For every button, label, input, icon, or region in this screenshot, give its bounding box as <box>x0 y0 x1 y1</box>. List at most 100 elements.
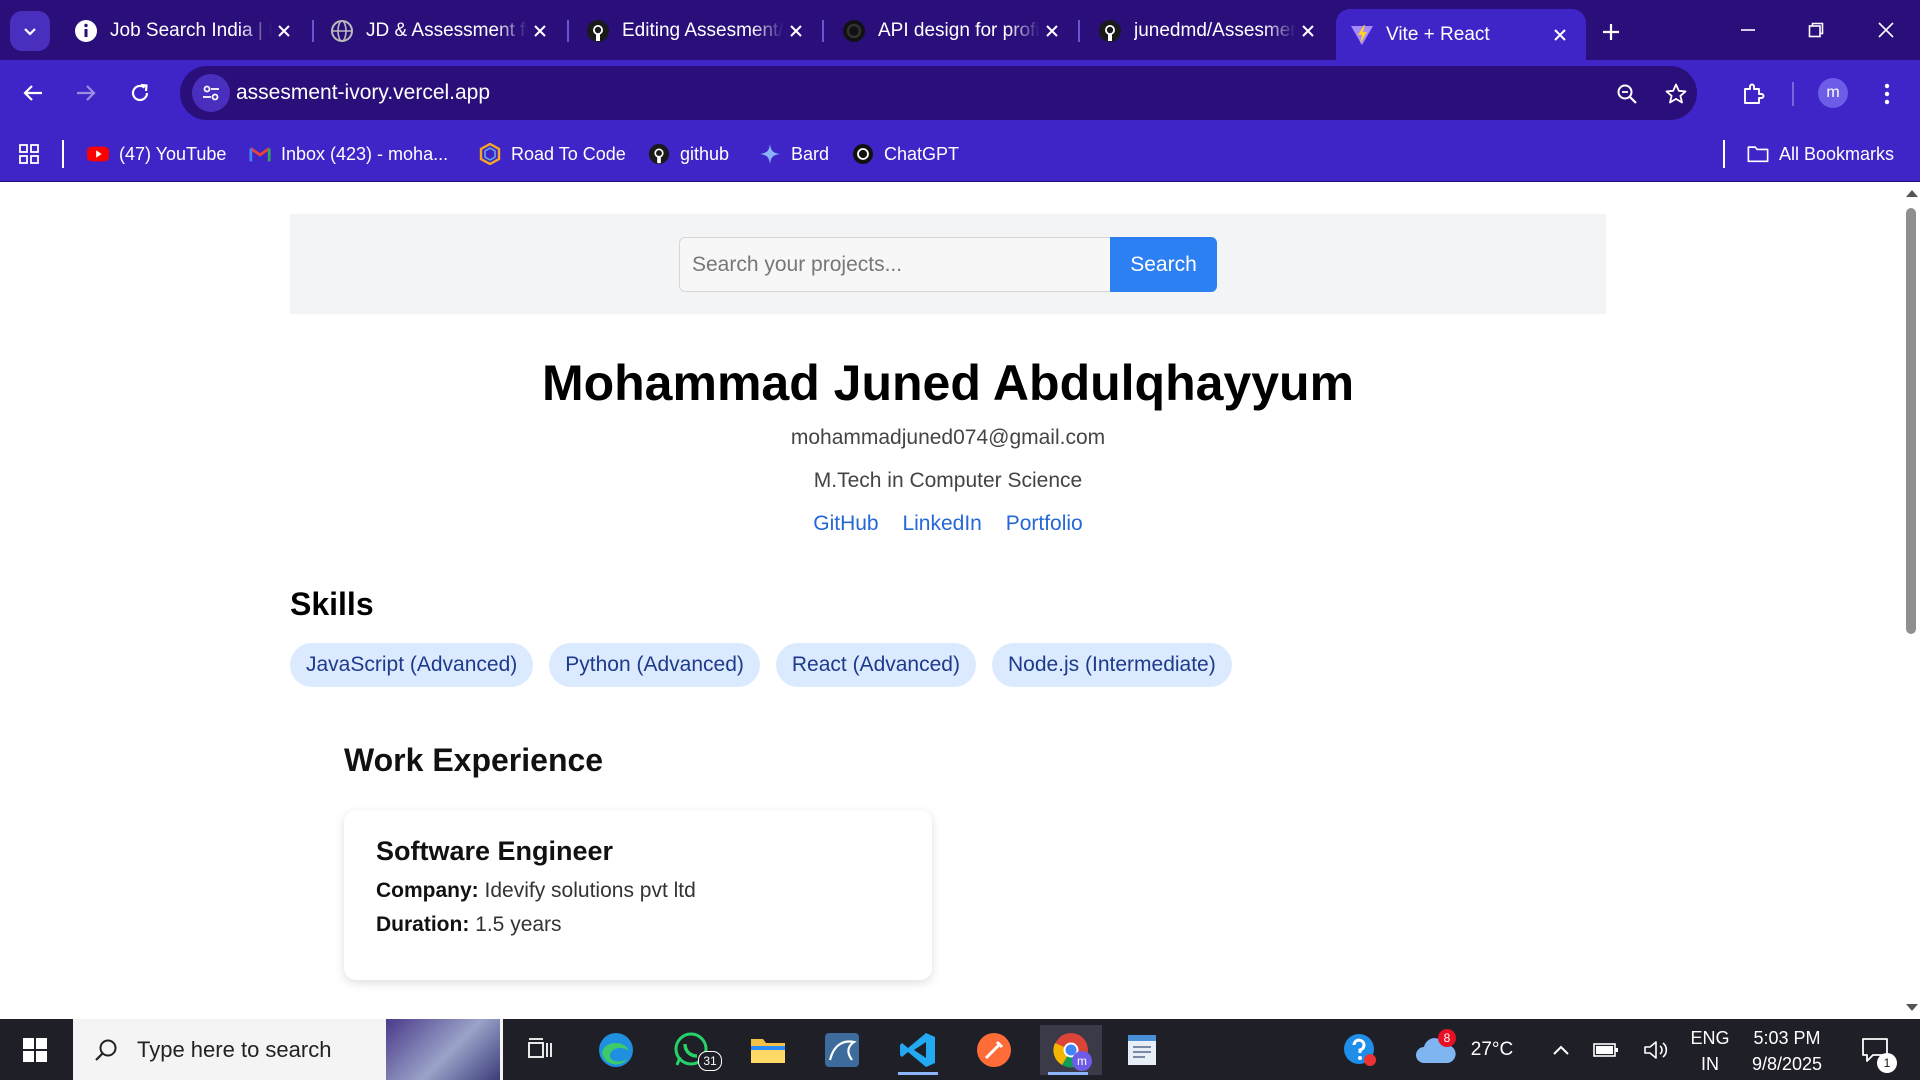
github-icon <box>648 143 670 165</box>
github-icon <box>1098 19 1122 43</box>
close-icon[interactable] <box>528 19 552 43</box>
close-window-button[interactable] <box>1862 10 1910 50</box>
tab-vite-react[interactable]: Vite + React <box>1336 9 1586 60</box>
bookmark-road-to-code[interactable]: Road To Code <box>479 140 626 168</box>
close-icon[interactable] <box>1548 23 1572 47</box>
bard-icon <box>759 143 781 165</box>
battery-icon <box>1593 1042 1618 1057</box>
start-button[interactable] <box>0 1019 70 1080</box>
clock-time: 5:03 PM <box>1753 1028 1821 1048</box>
extensions-icon[interactable] <box>1738 79 1768 109</box>
taskbar: Type here to search 31 m 8 27°C ENG IN 5… <box>0 1019 1920 1080</box>
bookmark-label: Inbox (423) - moha... <box>281 143 449 164</box>
close-icon[interactable] <box>1040 19 1064 43</box>
taskbar-chrome[interactable]: m <box>1040 1025 1102 1075</box>
battery-tray-icon[interactable] <box>1588 1019 1624 1080</box>
scroll-thumb[interactable] <box>1906 208 1916 634</box>
tab-separator <box>822 20 824 42</box>
all-bookmarks-button[interactable]: All Bookmarks <box>1747 140 1894 168</box>
bookmark-star-icon[interactable] <box>1661 79 1691 109</box>
reload-icon <box>131 83 149 102</box>
minimize-icon <box>1741 29 1755 31</box>
taskbar-clock[interactable]: 5:03 PM 9/8/2025 <box>1742 1025 1832 1077</box>
search-input[interactable] <box>679 237 1111 292</box>
tab-editing-readme[interactable]: Editing Assesment/README <box>572 9 822 53</box>
tab-title: API design for profile <box>878 20 1040 41</box>
zoom-icon[interactable] <box>1612 79 1642 109</box>
temperature-text[interactable]: 27°C <box>1462 1019 1522 1080</box>
profile-links: GitHub LinkedIn Portfolio <box>0 512 1896 536</box>
weather-badge: 8 <box>1438 1029 1456 1047</box>
scroll-down-arrow-icon[interactable] <box>1906 1004 1918 1011</box>
minimize-button[interactable] <box>1724 10 1772 50</box>
bookmarks-divider <box>1723 140 1725 168</box>
bookmark-label: github <box>680 143 730 164</box>
page-scrollbar[interactable] <box>1902 182 1920 1019</box>
taskbar-edge[interactable] <box>588 1025 644 1075</box>
bookmark-chatgpt[interactable]: ChatGPT <box>852 140 959 168</box>
site-settings-icon[interactable] <box>192 74 230 112</box>
url-text[interactable]: assesment-ivory.vercel.app <box>236 81 490 105</box>
more-menu-icon[interactable] <box>1872 79 1902 109</box>
bookmark-youtube[interactable]: (47) YouTube <box>87 140 226 168</box>
task-view-button[interactable] <box>512 1025 568 1075</box>
bookmark-label: ChatGPT <box>884 143 960 164</box>
show-hidden-icons-button[interactable] <box>1543 1019 1579 1080</box>
company-value: Idevify solutions pvt ltd <box>484 879 696 902</box>
taskbar-file-explorer[interactable] <box>740 1025 796 1075</box>
search-highlight-image[interactable] <box>386 1019 500 1080</box>
skills-heading: Skills <box>290 586 374 622</box>
scroll-up-arrow-icon[interactable] <box>1906 190 1918 197</box>
taskbar-whatsapp[interactable]: 31 <box>664 1025 722 1075</box>
close-icon[interactable] <box>1296 19 1320 43</box>
close-icon <box>1878 22 1894 38</box>
taskbar-postman[interactable] <box>966 1025 1022 1075</box>
weather-widget[interactable]: 8 <box>1412 1019 1460 1080</box>
tab-api-design[interactable]: API design for profile <box>828 9 1078 53</box>
reload-button[interactable] <box>120 73 160 113</box>
taskbar-wordpad[interactable] <box>1114 1025 1170 1075</box>
search-button[interactable]: Search <box>1110 237 1217 292</box>
new-tab-button[interactable] <box>1592 13 1630 51</box>
input-language-indicator[interactable]: ENG IN <box>1688 1025 1732 1077</box>
taskbar-vscode[interactable] <box>890 1025 946 1075</box>
chatgpt-icon <box>852 143 874 165</box>
taskbar-search-box[interactable]: Type here to search <box>73 1019 503 1080</box>
notification-center-button[interactable]: 1 <box>1853 1019 1897 1080</box>
search-icon <box>91 1035 121 1065</box>
forward-button[interactable] <box>66 73 106 113</box>
notification-count-badge: 1 <box>1877 1053 1897 1073</box>
bookmark-bard[interactable]: Bard <box>759 140 829 168</box>
tab-job-search[interactable]: Job Search India | Indeed <box>60 9 310 53</box>
help-tray-icon[interactable] <box>1338 1019 1382 1080</box>
tab-github-repo[interactable]: junedmd/Assesment <box>1084 9 1334 53</box>
task-view-icon <box>528 1038 552 1058</box>
linkedin-link[interactable]: LinkedIn <box>902 512 981 535</box>
clock-date: 9/8/2025 <box>1751 1054 1823 1074</box>
search-panel: Search <box>290 214 1606 314</box>
wordpad-icon <box>1128 1035 1156 1065</box>
forward-arrow-icon <box>77 85 96 101</box>
gmail-icon <box>249 143 271 165</box>
tab-search-button[interactable] <box>10 11 50 51</box>
tab-jd-assessment[interactable]: JD & Assessment for <box>316 9 566 53</box>
apps-grid-button[interactable] <box>18 140 50 168</box>
job-company: Company: Idevify solutions pvt ltd <box>376 879 900 903</box>
bookmark-gmail[interactable]: Inbox (423) - moha... <box>249 140 448 168</box>
company-label: Company: <box>376 879 479 902</box>
bookmark-github[interactable]: github <box>648 140 729 168</box>
close-icon[interactable] <box>272 19 296 43</box>
github-link[interactable]: GitHub <box>813 512 878 535</box>
address-bar[interactable]: assesment-ivory.vercel.app <box>180 66 1697 120</box>
restore-button[interactable] <box>1792 10 1840 50</box>
back-button[interactable] <box>13 73 53 113</box>
folder-icon <box>751 1039 785 1063</box>
close-icon[interactable] <box>784 19 808 43</box>
tab-separator <box>567 20 569 42</box>
portfolio-link[interactable]: Portfolio <box>1006 512 1083 535</box>
job-card: Software Engineer Company: Idevify solut… <box>344 810 932 980</box>
job-duration: Duration: 1.5 years <box>376 913 900 937</box>
volume-tray-icon[interactable] <box>1638 1019 1674 1080</box>
profile-avatar[interactable]: m <box>1818 78 1848 108</box>
taskbar-mysql-workbench[interactable] <box>814 1025 870 1075</box>
